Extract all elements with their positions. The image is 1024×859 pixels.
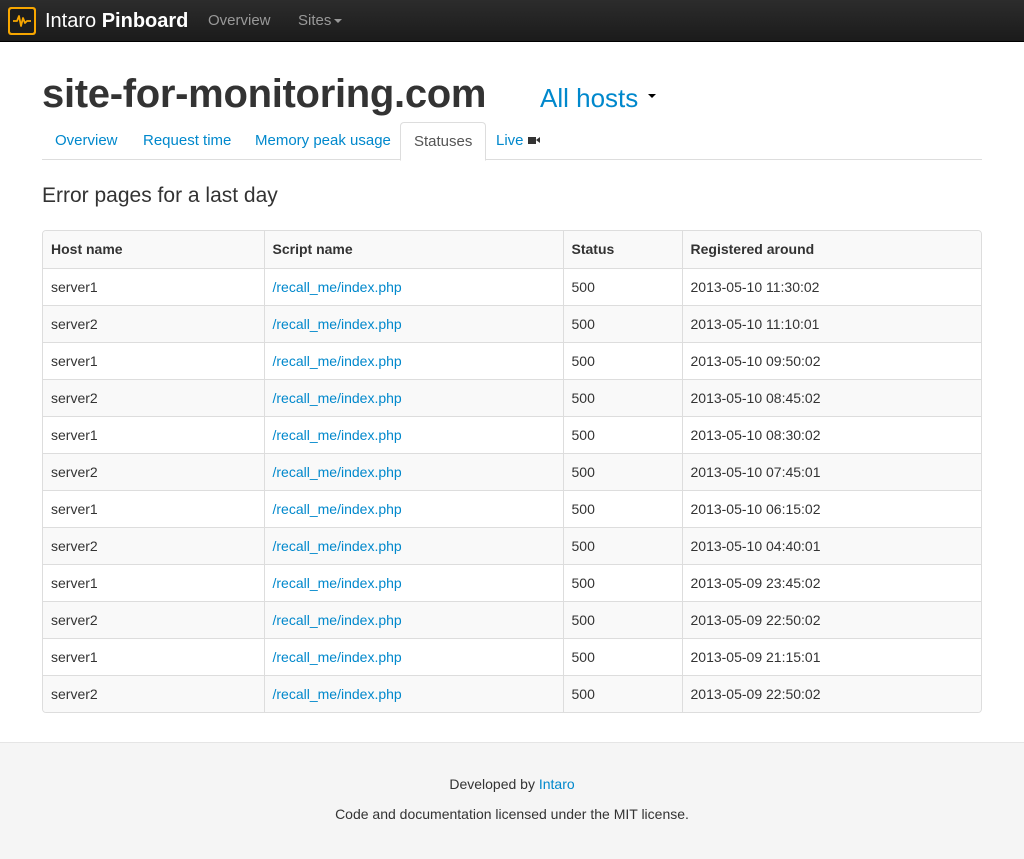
- host-cell: server1: [43, 341, 264, 379]
- host-cell: server2: [43, 526, 264, 564]
- video-camera-icon: [527, 136, 540, 144]
- tab-live-label: Live: [496, 132, 524, 149]
- script-link[interactable]: /recall_me/index.php: [273, 538, 402, 554]
- registered-cell: 2013-05-09 21:15:01: [681, 637, 981, 675]
- developer-link[interactable]: Intaro: [539, 776, 575, 792]
- tab-memory-peak-usage[interactable]: Memory peak usage: [242, 122, 404, 160]
- status-cell: 500: [562, 637, 682, 675]
- brand-name: Intaro Pinboard: [45, 10, 189, 32]
- status-cell: 500: [562, 489, 682, 527]
- table-row: server2 /recall_me/index.php 500 2013-05…: [43, 452, 981, 490]
- registered-cell: 2013-05-10 11:10:01: [681, 304, 981, 342]
- developed-by-text: Developed by Intaro: [449, 776, 575, 792]
- page-title: site-for-monitoring.com: [42, 72, 487, 116]
- script-link[interactable]: /recall_me/index.php: [273, 316, 402, 332]
- status-cell: 500: [562, 415, 682, 453]
- registered-cell: 2013-05-10 08:45:02: [681, 378, 981, 416]
- column-header-script: Script name: [263, 231, 563, 268]
- registered-cell: 2013-05-09 23:45:02: [681, 563, 981, 601]
- registered-cell: 2013-05-10 09:50:02: [681, 341, 981, 379]
- host-cell: server1: [43, 563, 264, 601]
- host-cell: server2: [43, 378, 264, 416]
- table-row: server1 /recall_me/index.php 500 2013-05…: [43, 563, 981, 601]
- host-cell: server1: [43, 489, 264, 527]
- nav-sites-label: Sites: [298, 12, 332, 29]
- script-link[interactable]: /recall_me/index.php: [273, 501, 402, 517]
- status-cell: 500: [562, 563, 682, 601]
- table-row: server2 /recall_me/index.php 500 2013-05…: [43, 304, 981, 342]
- pulse-icon: [8, 7, 36, 35]
- status-cell: 500: [562, 267, 682, 305]
- column-header-registered: Registered around: [681, 231, 981, 268]
- table-row: server1 /recall_me/index.php 500 2013-05…: [43, 341, 981, 379]
- status-cell: 500: [562, 378, 682, 416]
- registered-cell: 2013-05-10 08:30:02: [681, 415, 981, 453]
- script-link[interactable]: /recall_me/index.php: [273, 686, 402, 702]
- script-link[interactable]: /recall_me/index.php: [273, 390, 402, 406]
- registered-cell: 2013-05-09 22:50:02: [681, 600, 981, 638]
- hosts-dropdown-label: All hosts: [540, 83, 639, 113]
- tab-live[interactable]: Live: [483, 122, 549, 160]
- table-row: server1 /recall_me/index.php 500 2013-05…: [43, 267, 981, 305]
- table-row: server2 /recall_me/index.php 500 2013-05…: [43, 674, 981, 712]
- host-cell: server1: [43, 267, 264, 305]
- host-cell: server2: [43, 304, 264, 342]
- host-cell: server2: [43, 600, 264, 638]
- status-cell: 500: [562, 452, 682, 490]
- table-row: server1 /recall_me/index.php 500 2013-05…: [43, 415, 981, 453]
- nav-sites-dropdown[interactable]: Sites: [298, 12, 343, 30]
- section-title: Error pages for a last day: [42, 184, 278, 207]
- registered-cell: 2013-05-10 04:40:01: [681, 526, 981, 564]
- section-tabs: Overview Request time Memory peak usage …: [42, 122, 982, 161]
- script-link[interactable]: /recall_me/index.php: [273, 353, 402, 369]
- table-header-row: Host name Script name Status Registered …: [43, 231, 981, 268]
- script-link[interactable]: /recall_me/index.php: [273, 649, 402, 665]
- tab-statuses[interactable]: Statuses: [400, 122, 487, 161]
- tab-overview[interactable]: Overview: [42, 122, 131, 160]
- caret-down-icon: [648, 94, 657, 99]
- registered-cell: 2013-05-10 06:15:02: [681, 489, 981, 527]
- status-cell: 500: [562, 526, 682, 564]
- table-row: server1 /recall_me/index.php 500 2013-05…: [43, 637, 981, 675]
- column-header-host: Host name: [43, 231, 264, 268]
- column-header-status: Status: [562, 231, 682, 268]
- hosts-dropdown[interactable]: All hosts: [540, 82, 657, 114]
- nav-overview-link[interactable]: Overview: [208, 12, 271, 30]
- script-link[interactable]: /recall_me/index.php: [273, 464, 402, 480]
- script-link[interactable]: /recall_me/index.php: [273, 427, 402, 443]
- status-cell: 500: [562, 674, 682, 712]
- status-cell: 500: [562, 341, 682, 379]
- host-cell: server1: [43, 637, 264, 675]
- status-cell: 500: [562, 600, 682, 638]
- host-cell: server2: [43, 452, 264, 490]
- script-link[interactable]: /recall_me/index.php: [273, 279, 402, 295]
- top-navbar: Intaro Pinboard Overview Sites: [0, 0, 1024, 42]
- table-row: server2 /recall_me/index.php 500 2013-05…: [43, 526, 981, 564]
- script-link[interactable]: /recall_me/index.php: [273, 575, 402, 591]
- script-link[interactable]: /recall_me/index.php: [273, 612, 402, 628]
- table-row: server1 /recall_me/index.php 500 2013-05…: [43, 489, 981, 527]
- table-row: server2 /recall_me/index.php 500 2013-05…: [43, 378, 981, 416]
- host-cell: server2: [43, 674, 264, 712]
- table-row: server2 /recall_me/index.php 500 2013-05…: [43, 600, 981, 638]
- tab-request-time[interactable]: Request time: [130, 122, 244, 160]
- host-cell: server1: [43, 415, 264, 453]
- brand-link[interactable]: Intaro Pinboard: [8, 6, 188, 36]
- page-footer: Developed by Intaro Code and documentati…: [0, 742, 1024, 859]
- license-text: Code and documentation licensed under th…: [335, 806, 689, 822]
- caret-down-icon: [334, 19, 343, 24]
- registered-cell: 2013-05-10 11:30:02: [681, 267, 981, 305]
- registered-cell: 2013-05-09 22:50:02: [681, 674, 981, 712]
- status-cell: 500: [562, 304, 682, 342]
- registered-cell: 2013-05-10 07:45:01: [681, 452, 981, 490]
- error-pages-table: Host name Script name Status Registered …: [42, 230, 982, 713]
